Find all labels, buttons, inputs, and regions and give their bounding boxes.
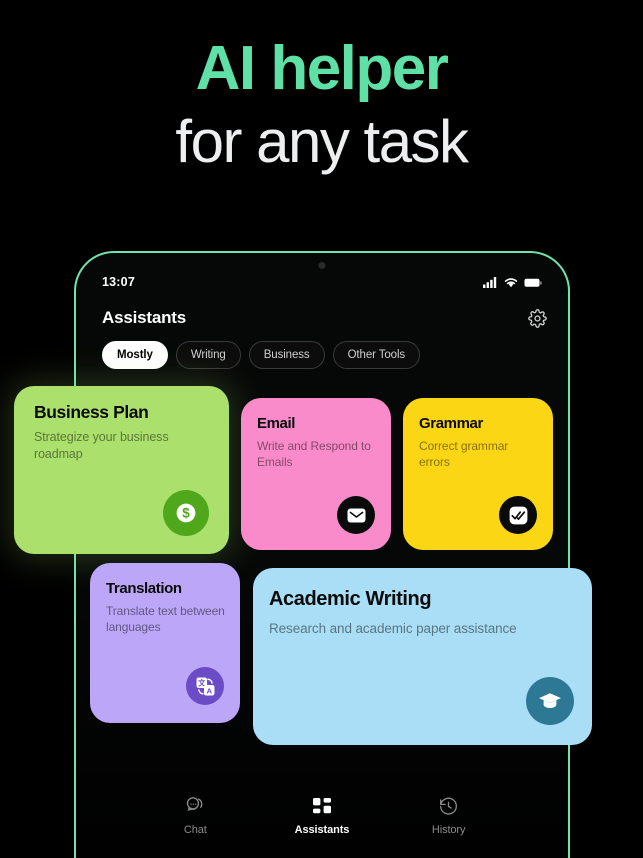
hero-line-secondary: for any task	[175, 108, 469, 176]
card-subtitle-translation: Translate text between languages	[106, 604, 225, 634]
phone-frame: 13:07 Assistants Mostly Writing Business…	[74, 251, 570, 858]
hero-headline: AI helper for any task	[0, 36, 643, 178]
assistant-card-grammar[interactable]: Grammar Correct grammar errors	[403, 398, 553, 550]
signal-icon	[483, 276, 498, 288]
translate-icon: 文 A	[186, 667, 224, 705]
tab-other-tools[interactable]: Other Tools	[332, 341, 421, 369]
tab-mostly[interactable]: Mostly	[102, 341, 168, 369]
card-title-translation: Translation	[106, 580, 182, 597]
svg-text:$: $	[182, 506, 190, 521]
nav-label-assistants: Assistants	[294, 824, 350, 836]
status-time: 13:07	[102, 275, 135, 289]
card-title-academic-writing: Academic Writing	[269, 588, 432, 610]
assistant-card-translation[interactable]: Translation Translate text between langu…	[90, 563, 240, 723]
envelope-icon	[337, 496, 375, 534]
card-subtitle-email: Write and Respond to Emails	[257, 439, 371, 469]
clock-icon	[438, 796, 459, 817]
assistant-card-business-plan[interactable]: Business Plan Strategize your business r…	[14, 386, 229, 554]
card-subtitle-academic-writing: Research and academic paper assistance	[269, 621, 517, 636]
card-title-business-plan: Business Plan	[34, 402, 149, 422]
status-icons	[483, 276, 542, 288]
card-title-grammar: Grammar	[419, 415, 483, 432]
tab-writing[interactable]: Writing	[175, 341, 241, 369]
chat-bubble-icon	[184, 795, 206, 817]
nav-item-history[interactable]: History	[413, 796, 485, 836]
card-title-email: Email	[257, 415, 296, 432]
tab-business[interactable]: Business	[248, 341, 325, 369]
nav-label-chat: Chat	[183, 824, 207, 836]
battery-icon	[524, 278, 542, 288]
double-check-icon	[499, 496, 537, 534]
card-subtitle-grammar: Correct grammar errors	[419, 439, 509, 469]
nav-item-chat[interactable]: Chat	[159, 795, 231, 836]
gear-icon	[527, 308, 547, 328]
settings-button[interactable]	[526, 307, 548, 329]
svg-text:A: A	[206, 686, 212, 695]
hero-line-primary: AI helper	[195, 34, 449, 103]
nav-item-assistants[interactable]: Assistants	[286, 797, 358, 836]
page-title: Assistants	[102, 308, 186, 327]
assistant-card-email[interactable]: Email Write and Respond to Emails	[241, 398, 391, 550]
filter-tabs: Mostly Writing Business Other Tools	[102, 341, 552, 369]
graduation-cap-icon	[526, 677, 574, 725]
money-dollar-icon: $	[163, 490, 209, 536]
bottom-navigation: Chat Assistants History	[76, 795, 568, 836]
app-top-bar: Assistants	[102, 301, 548, 335]
wifi-icon	[504, 277, 518, 288]
nav-label-history: History	[431, 824, 466, 836]
status-bar: 13:07	[102, 275, 542, 289]
phone-screen: 13:07 Assistants Mostly Writing Business…	[76, 253, 568, 858]
grid-icon	[312, 797, 332, 817]
card-subtitle-business-plan: Strategize your business roadmap	[34, 430, 169, 461]
assistant-card-academic-writing[interactable]: Academic Writing Research and academic p…	[253, 568, 592, 745]
